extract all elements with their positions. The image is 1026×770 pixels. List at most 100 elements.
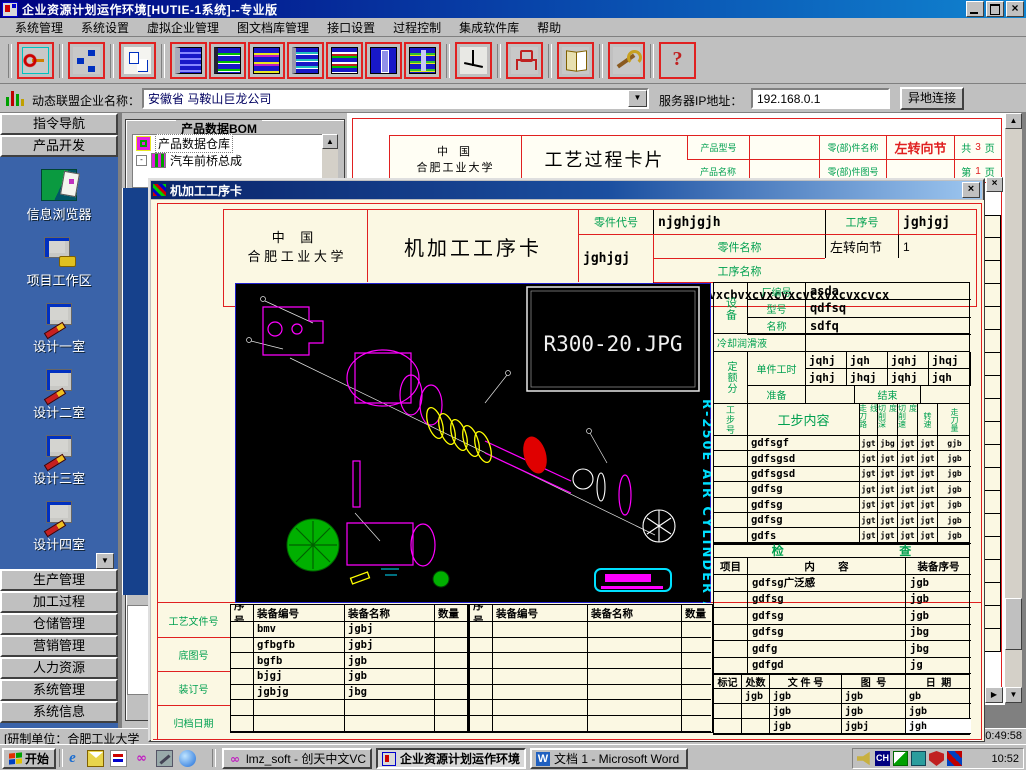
tree-expand-icon[interactable]: - — [136, 155, 147, 166]
chevron-down-icon[interactable]: ▼ — [628, 90, 647, 107]
sidebar-button[interactable]: 人力资源 — [0, 657, 118, 679]
card-title-cell: 机加工工序卡 — [367, 210, 578, 282]
server-ip-label: 服务器IP地址： — [659, 92, 742, 109]
vertical-scrollbar[interactable]: ▲ ▼ — [1005, 113, 1022, 703]
toolbar-button-table-1[interactable] — [170, 42, 207, 79]
sidebar-item[interactable]: 设计一室 — [0, 289, 118, 355]
toolbar-button-table-3[interactable] — [248, 42, 285, 79]
office-icon[interactable] — [947, 751, 962, 766]
sidebar-button[interactable]: 仓储管理 — [0, 613, 118, 635]
net-icon[interactable] — [179, 750, 196, 767]
menu-item[interactable]: 图文档库管理 — [228, 18, 318, 37]
revision-cell: jgb — [842, 704, 906, 719]
paint-icon[interactable] — [110, 750, 127, 767]
step-no-cell — [714, 513, 748, 528]
step-col-header: 走刀量 — [938, 404, 971, 435]
vc-icon[interactable]: ∞ — [133, 750, 150, 767]
step-value-cell: jgb — [938, 482, 971, 497]
step-value-cell: jbg — [878, 436, 898, 451]
sidebar-button[interactable]: 产品开发 — [0, 135, 118, 157]
toolbar-button-table-2[interactable] — [209, 42, 246, 79]
doc-part-name-value: 左转向节 — [886, 136, 954, 159]
list-cell: jgb — [345, 653, 435, 669]
sidebar-item[interactable]: 设计四室 — [0, 487, 118, 553]
revision-cell — [714, 719, 742, 734]
scroll-down-icon[interactable]: ▼ — [1005, 687, 1022, 703]
revision-edit-cell[interactable]: jgh — [906, 719, 971, 734]
sidebar-button[interactable]: 系统管理 — [0, 679, 118, 701]
task-button[interactable]: ∞lmz_soft - 创天中文VC+... — [222, 748, 372, 769]
inspect-no-cell: jbg — [906, 625, 971, 642]
toolbar-button-axis[interactable] — [455, 42, 492, 79]
step-value-cell: jgt — [860, 451, 878, 466]
toolbar-button-key[interactable] — [17, 42, 54, 79]
part-code-value: njghjgjh — [653, 210, 825, 234]
tools-icon[interactable] — [156, 750, 173, 767]
maximize-button[interactable] — [986, 1, 1004, 17]
ie-icon[interactable]: e — [64, 750, 81, 767]
scroll-up-icon[interactable]: ▲ — [1005, 113, 1022, 129]
ch-icon[interactable]: CH — [875, 751, 890, 766]
menu-item[interactable]: 系统设置 — [72, 18, 138, 37]
sidebar-item[interactable]: 项目工作区 — [0, 223, 118, 289]
list-cell — [682, 685, 711, 701]
horizontal-scrollbar[interactable]: ▶ — [985, 687, 1003, 703]
tray-clock[interactable]: 10:52 — [991, 753, 1019, 765]
toolbar-button-help[interactable] — [659, 42, 696, 79]
quota-value-cell: jqh — [847, 352, 888, 369]
list-cell — [588, 622, 682, 638]
minimize-button[interactable] — [966, 1, 984, 17]
task-button[interactable]: W文档 1 - Microsoft Word — [530, 748, 688, 769]
sidebar-collapse-button[interactable]: ▼ — [96, 553, 114, 569]
menu-item[interactable]: 帮助 — [528, 18, 570, 37]
design-icon — [42, 501, 76, 531]
tree-item[interactable]: -汽车前桥总成 — [133, 152, 325, 169]
menu-item[interactable]: 虚拟企业管理 — [138, 18, 228, 37]
company-combobox[interactable]: 安徽省 马鞍山巨龙公司 ▼ — [142, 88, 649, 109]
toolbar-button-book[interactable] — [557, 42, 594, 79]
remote-connect-button[interactable]: 异地连接 — [900, 87, 964, 110]
toolbar-button-table-6[interactable] — [365, 42, 402, 79]
toolbar-button-table-7[interactable] — [404, 42, 441, 79]
doc-close-button[interactable]: × — [986, 177, 1003, 192]
toolbar-button-org-tree[interactable] — [68, 42, 105, 79]
task-button[interactable]: 企业资源计划运作环境[... — [376, 748, 526, 769]
scrollbar-thumb[interactable] — [1005, 598, 1022, 650]
menu-item[interactable]: 集成软件库 — [450, 18, 528, 37]
outlook-icon[interactable] — [87, 750, 104, 767]
toolbar-button-tools[interactable] — [608, 42, 645, 79]
dialog-close-button[interactable]: × — [962, 182, 980, 198]
menu-item[interactable]: 过程控制 — [384, 18, 450, 37]
sidebar-button[interactable]: 加工过程 — [0, 591, 118, 613]
sidebar-button[interactable]: 营销管理 — [0, 635, 118, 657]
step-value-cell: jgb — [938, 498, 971, 513]
scroll-up-icon[interactable]: ▲ — [322, 134, 338, 149]
sidebar-button[interactable]: 系统信息 — [0, 701, 118, 723]
dialog-titlebar[interactable]: 机加工工序卡 × — [151, 181, 982, 199]
toolbar-button-table-4[interactable] — [287, 42, 324, 79]
scroll-right-icon[interactable]: ▶ — [985, 687, 1003, 703]
start-button[interactable]: 开始 — [2, 748, 56, 769]
sidebar-item[interactable]: 设计二室 — [0, 355, 118, 421]
sidebar-item[interactable]: 信息浏览器 — [0, 157, 118, 223]
toolbar-button-table-5[interactable] — [326, 42, 363, 79]
sidebar-button[interactable]: 生产管理 — [0, 569, 118, 591]
toolbar-button-login-doc[interactable] — [119, 42, 156, 79]
close-button[interactable] — [1006, 1, 1024, 17]
menu-item[interactable]: 系统管理 — [6, 18, 72, 37]
toolbar-button-user-plug[interactable] — [506, 42, 543, 79]
workstation-icon — [42, 237, 76, 267]
sidebar-item[interactable]: 设计三室 — [0, 421, 118, 487]
list-cell — [468, 716, 493, 732]
sidebar-button[interactable]: 指令导航 — [0, 113, 118, 135]
quota-value-cell: jqh — [929, 369, 971, 386]
server-ip-input[interactable]: 192.168.0.1 — [751, 88, 890, 109]
speaker-icon[interactable] — [857, 751, 872, 766]
scheduler-icon[interactable] — [893, 751, 908, 766]
printer-icon[interactable] — [911, 751, 926, 766]
list-cell — [588, 669, 682, 685]
shield-icon[interactable] — [929, 751, 944, 766]
cad-drawing: R300-20.JPG R-250E AIR CYLINDER ASSY — [235, 283, 711, 603]
tree-item[interactable]: 产品数据仓库 — [133, 135, 325, 152]
menu-item[interactable]: 接口设置 — [318, 18, 384, 37]
